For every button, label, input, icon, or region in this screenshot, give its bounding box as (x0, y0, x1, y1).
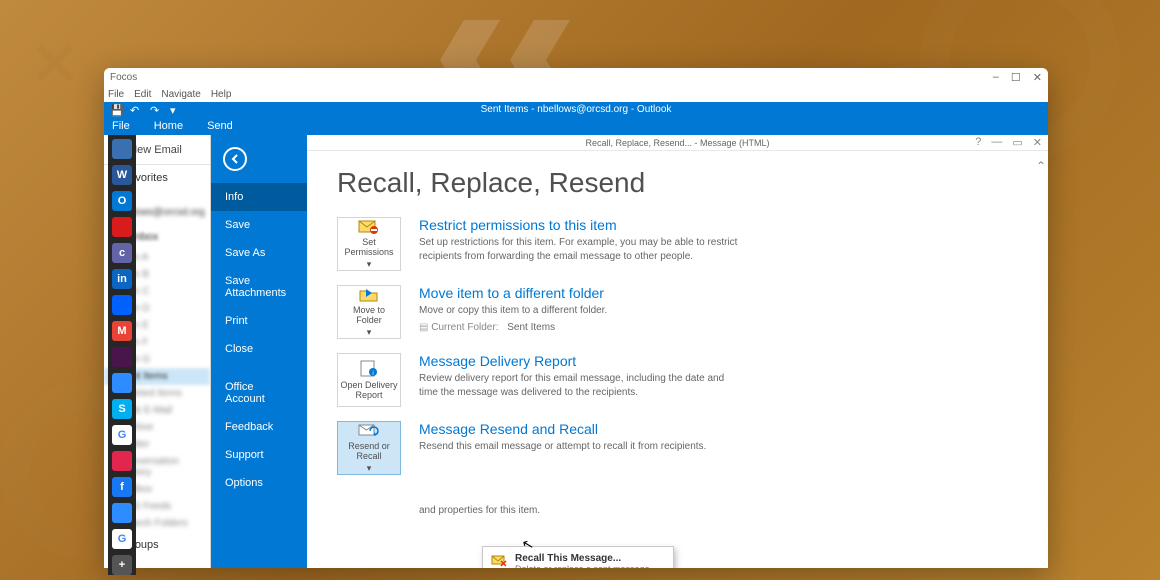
delivery-heading: Message Delivery Report (419, 353, 739, 369)
recall-icon (491, 553, 507, 568)
ribbon-tabs: File Home Send (104, 117, 1048, 135)
undo-icon[interactable]: ↶ (130, 104, 142, 116)
backstage-office-account[interactable]: Office Account (211, 373, 307, 413)
taskbar-app[interactable]: W (112, 165, 132, 185)
qat-dropdown-icon[interactable]: ▾ (170, 104, 182, 116)
taskbar-app[interactable]: G (112, 529, 132, 549)
close-button[interactable]: ✕ (1033, 136, 1042, 149)
bg-x: ✕ (30, 30, 80, 100)
resend-icon (358, 423, 380, 439)
report-icon: i (358, 360, 380, 378)
svg-text:i: i (372, 371, 373, 377)
maximize-button[interactable]: ▭ (1012, 136, 1022, 149)
app-name: Focos (110, 72, 137, 83)
app-window: Focos – ☐ ✕ File Edit Navigate Help 💾 ↶ … (104, 68, 1048, 568)
taskbar-app[interactable] (112, 373, 132, 393)
properties-tail-text: and properties for this item. (419, 505, 1018, 516)
move-to-folder-button[interactable]: Move to Folder▾ (337, 285, 401, 339)
backstage-info[interactable]: Info (211, 183, 307, 211)
move-body: Move or copy this item to a different fo… (419, 304, 607, 318)
taskbar-app[interactable] (112, 295, 132, 315)
redo-icon[interactable]: ↷ (150, 104, 162, 116)
resend-recall-dropdown: Recall This Message... Delete or replace… (482, 546, 674, 568)
window-titlebar: Focos – ☐ ✕ (104, 68, 1048, 86)
info-content: Recall, Replace, Resend Set Permissions▾… (307, 151, 1048, 532)
minimize-button[interactable]: — (991, 136, 1002, 149)
outlook-header: 💾 ↶ ↷ ▾ Sent Items - nbellows@orcsd.org … (104, 102, 1048, 117)
delivery-body: Review delivery report for this email me… (419, 372, 739, 399)
menu-file[interactable]: File (108, 89, 124, 100)
message-title: Recall, Replace, Resend... - Message (HT… (585, 138, 769, 148)
minimize-button[interactable]: – (993, 71, 999, 84)
main-body: ✉ New Email ▸ Favorites ◢ nbellows@orcsd… (104, 135, 1048, 568)
set-permissions-button[interactable]: Set Permissions▾ (337, 217, 401, 271)
backstage-save-attachments[interactable]: Save Attachments (211, 267, 307, 307)
taskbar-app[interactable] (112, 451, 132, 471)
tab-file[interactable]: File (112, 120, 130, 132)
move-heading: Move item to a different folder (419, 285, 607, 301)
backstage-save-as[interactable]: Save As (211, 239, 307, 267)
backstage-support[interactable]: Support (211, 441, 307, 469)
window-controls: – ☐ ✕ (993, 71, 1042, 84)
menu-edit[interactable]: Edit (134, 89, 151, 100)
open-delivery-report-button[interactable]: i Open Delivery Report (337, 353, 401, 407)
back-button[interactable] (223, 147, 247, 171)
taskbar-app[interactable] (112, 139, 132, 159)
taskbar-app[interactable]: in (112, 269, 132, 289)
backstage-print[interactable]: Print (211, 307, 307, 335)
info-row-move: Move to Folder▾ Move item to a different… (337, 285, 1018, 339)
taskbar-app[interactable]: c (112, 243, 132, 263)
info-panel: Recall, Replace, Resend... - Message (HT… (307, 135, 1048, 568)
taskbar: WOcinMSGfG+ (108, 135, 136, 575)
tab-send[interactable]: Send (207, 120, 233, 132)
permissions-heading: Restrict permissions to this item (419, 217, 739, 233)
taskbar-app[interactable]: G (112, 425, 132, 445)
backstage-options[interactable]: Options (211, 469, 307, 497)
envelope-block-icon (358, 219, 380, 235)
backstage-save[interactable]: Save (211, 211, 307, 239)
taskbar-app[interactable]: O (112, 191, 132, 211)
close-button[interactable]: ✕ (1033, 71, 1042, 84)
scroll-up-icon[interactable]: ⌃ (1036, 159, 1046, 173)
folder-arrow-icon (358, 287, 380, 303)
maximize-button[interactable]: ☐ (1011, 71, 1021, 84)
permissions-body: Set up restrictions for this item. For e… (419, 236, 739, 263)
new-email-label: New Email (129, 144, 182, 156)
taskbar-app[interactable] (112, 503, 132, 523)
message-window-titlebar: Recall, Replace, Resend... - Message (HT… (307, 135, 1048, 151)
info-row-permissions: Set Permissions▾ Restrict permissions to… (337, 217, 1018, 271)
page-title: Recall, Replace, Resend (337, 167, 1018, 199)
save-icon[interactable]: 💾 (110, 104, 122, 116)
taskbar-app[interactable]: + (112, 555, 132, 575)
help-button[interactable]: ? (975, 136, 981, 149)
resend-body: Resend this email message or attempt to … (419, 440, 706, 454)
taskbar-app[interactable]: S (112, 399, 132, 419)
taskbar-app[interactable]: M (112, 321, 132, 341)
info-row-resend: Resend or Recall▾ Message Resend and Rec… (337, 421, 1018, 475)
menu-navigate[interactable]: Navigate (161, 89, 200, 100)
resend-heading: Message Resend and Recall (419, 421, 706, 437)
tab-home[interactable]: Home (154, 120, 183, 132)
menubar: File Edit Navigate Help (104, 86, 1048, 102)
backstage-feedback[interactable]: Feedback (211, 413, 307, 441)
recall-this-message-item[interactable]: Recall This Message... Delete or replace… (483, 547, 673, 568)
quick-access-toolbar: 💾 ↶ ↷ ▾ (110, 104, 182, 116)
taskbar-app[interactable]: f (112, 477, 132, 497)
current-folder-line: ▤ Current Folder: Sent Items (419, 322, 607, 333)
outlook-window-title: Sent Items - nbellows@orcsd.org - Outloo… (481, 104, 672, 115)
taskbar-app[interactable] (112, 347, 132, 367)
resend-or-recall-button[interactable]: Resend or Recall▾ (337, 421, 401, 475)
backstage-sidebar: Info Save Save As Save Attachments Print… (211, 135, 307, 568)
info-row-delivery: i Open Delivery Report Message Delivery … (337, 353, 1018, 407)
menu-help[interactable]: Help (211, 89, 232, 100)
taskbar-app[interactable] (112, 217, 132, 237)
backstage-close[interactable]: Close (211, 335, 307, 363)
